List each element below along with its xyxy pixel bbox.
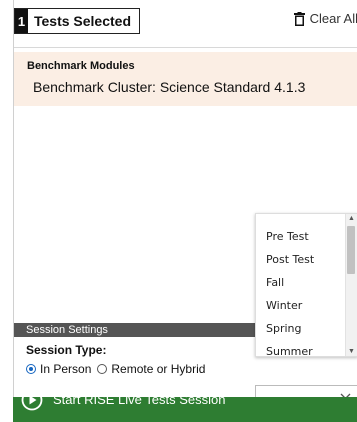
selected-count-badge: 1 <box>15 9 28 33</box>
test-window-dropdown: Pre Test Post Test Fall Winter Spring Su… <box>255 213 357 357</box>
session-type-radio-group: In Person Remote or Hybrid <box>26 362 211 376</box>
play-circle-icon <box>21 389 43 411</box>
radio-in-person-label: In Person <box>40 362 92 376</box>
dropdown-option-winter[interactable]: Winter <box>266 299 302 312</box>
test-session-panel: 1 Tests Selected Clear All Benchmark Mod… <box>13 0 357 422</box>
dropdown-option-summer[interactable]: Summer <box>266 345 313 356</box>
radio-remote-hybrid[interactable]: Remote or Hybrid <box>97 362 205 376</box>
clear-all-button[interactable]: Clear All <box>293 11 357 26</box>
dropdown-option-spring[interactable]: Spring <box>266 322 302 335</box>
dropdown-option-post-test[interactable]: Post Test <box>266 253 314 266</box>
radio-remote-hybrid-indicator[interactable] <box>97 364 108 374</box>
scroll-up-icon[interactable]: ▲ <box>348 215 355 222</box>
dropdown-scroll-thumb[interactable] <box>347 226 355 274</box>
dropdown-option-fall[interactable]: Fall <box>266 276 284 289</box>
start-session-button[interactable]: Start RISE Live Tests Session <box>13 389 357 422</box>
dropdown-option-pre-test[interactable]: Pre Test <box>266 230 309 243</box>
radio-in-person-indicator[interactable] <box>26 364 36 374</box>
radio-remote-hybrid-label: Remote or Hybrid <box>111 362 206 376</box>
scroll-down-icon[interactable]: ▼ <box>348 348 355 355</box>
tests-selected-label: Tests Selected <box>34 13 132 29</box>
trash-icon <box>293 11 305 26</box>
tests-selected-box: 1 Tests Selected <box>14 8 140 34</box>
module-name: Benchmark Cluster: Science Standard 4.1.… <box>33 79 306 95</box>
start-session-label: Start RISE Live Tests Session <box>53 392 226 407</box>
clear-all-label: Clear All <box>309 11 357 26</box>
radio-in-person[interactable]: In Person <box>26 362 91 376</box>
module-type-label: Benchmark Modules <box>27 60 135 72</box>
selected-test-card[interactable]: Benchmark Modules Benchmark Cluster: Sci… <box>14 52 357 106</box>
dropdown-scrollbar[interactable]: ▲ ▼ <box>345 214 357 356</box>
selection-header: 1 Tests Selected Clear All <box>14 0 357 48</box>
session-type-label: Session Type: <box>26 343 107 357</box>
